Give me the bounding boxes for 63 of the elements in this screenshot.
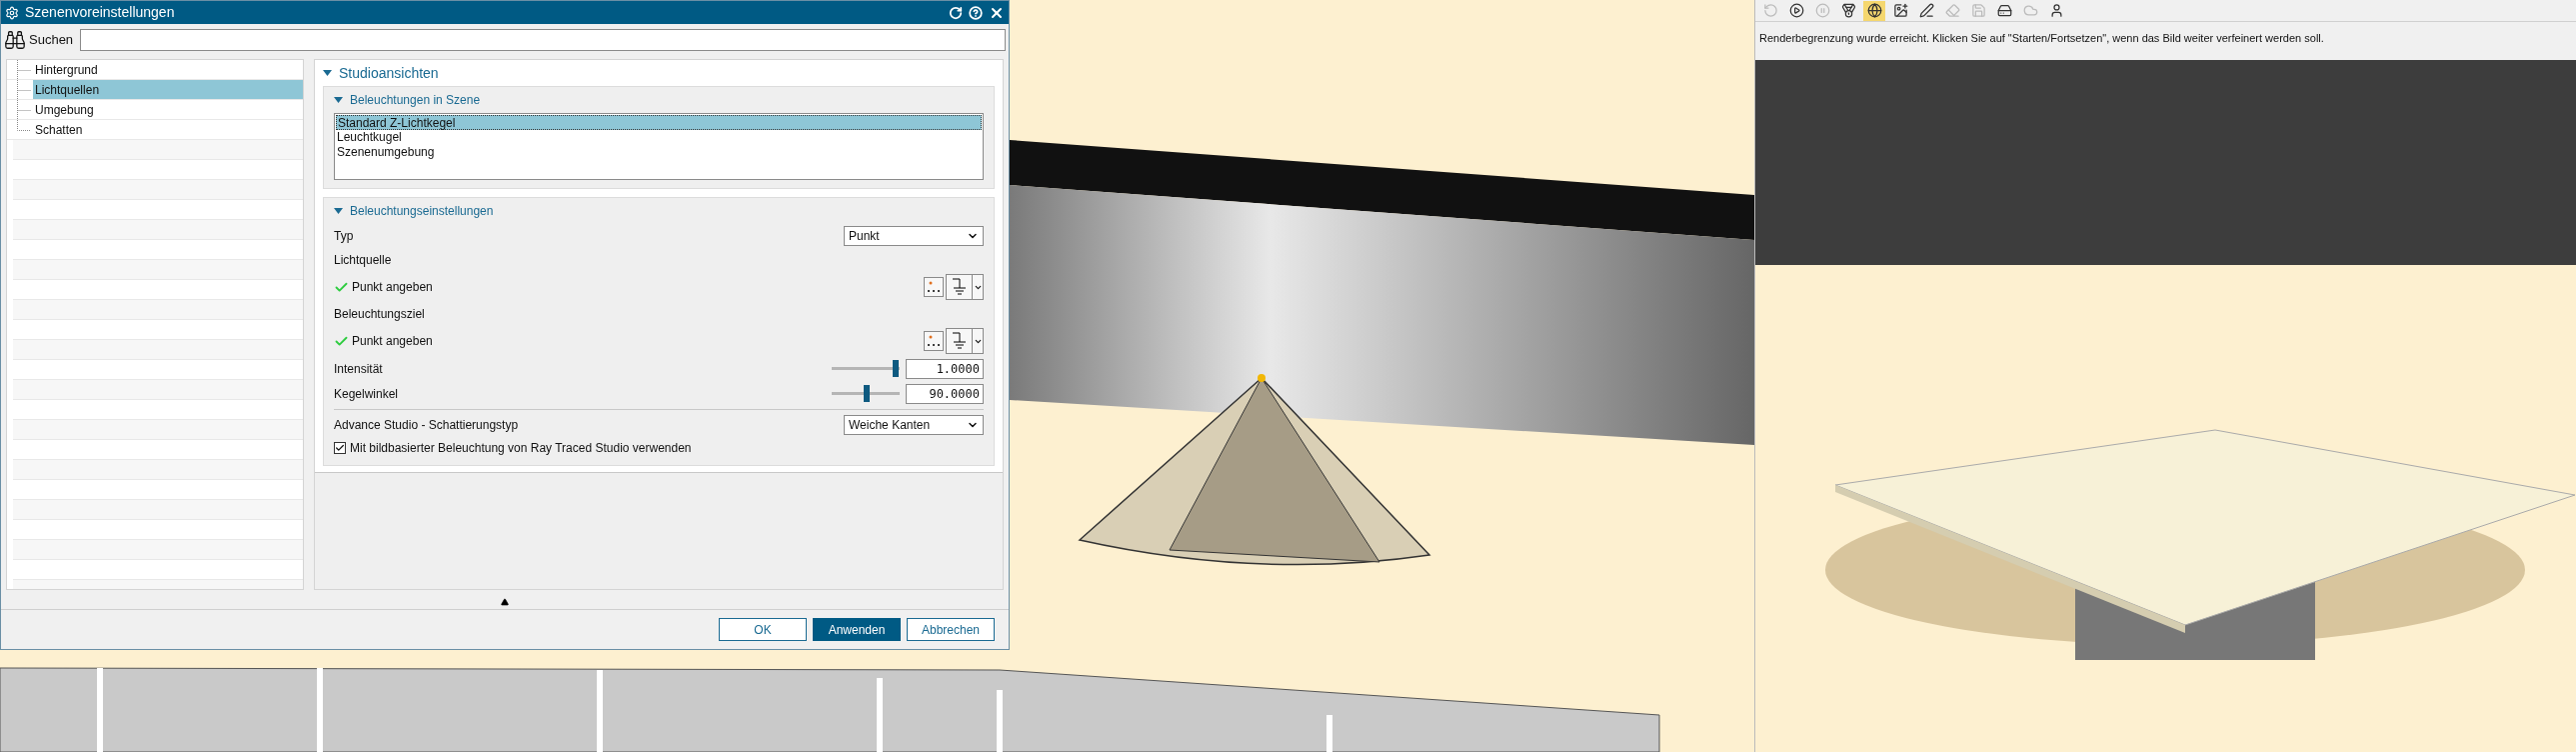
slider-thumb[interactable] (863, 385, 870, 402)
checkbox[interactable] (334, 442, 346, 454)
expand-caret-icon[interactable] (323, 69, 332, 77)
slider-track[interactable] (832, 360, 900, 377)
person-icon (2048, 3, 2064, 18)
setting-label: Beleuchtungsziel (334, 306, 425, 323)
setting-label: Lichtquelle (334, 252, 392, 269)
value-field[interactable]: 1.0000 (906, 358, 984, 379)
point-type-dropdown[interactable] (946, 328, 984, 354)
dropdown[interactable]: Weiche Kanten (844, 415, 984, 435)
ground-point-icon (951, 332, 968, 350)
expand-caret-icon[interactable] (334, 207, 343, 215)
render-status-message: Renderbegrenzung wurde erreicht. Klicken Sie auf "Starten/Fortsetzen", wenn das Bild weiter verfeinert werden soll. (1759, 31, 2324, 46)
sphere-icon (1866, 3, 1882, 18)
slider-thumb[interactable] (892, 360, 899, 377)
setting-label: Advance Studio - Schattierungstyp (334, 417, 519, 434)
search-field[interactable] (80, 29, 1006, 51)
tree-item[interactable]: Umgebung (33, 100, 303, 119)
pause-icon (1814, 3, 1830, 18)
dialog-button[interactable]: Abbrechen (907, 618, 995, 641)
setting-label: Kegelwinkel (334, 385, 399, 403)
setting-label: Punkt angeben (352, 279, 433, 296)
settings-icon (5, 5, 19, 20)
setting-label: Punkt angeben (352, 333, 433, 350)
save-icon (1970, 3, 1986, 18)
subsection-title: Beleuchtungen in Szene (350, 92, 481, 109)
point-dialog-button[interactable] (924, 331, 944, 351)
subsection-title: Beleuchtungseinstellungen (350, 203, 494, 220)
value-field[interactable]: 90.0000 (906, 383, 984, 404)
slider-track[interactable] (832, 385, 900, 402)
help-icon[interactable] (969, 5, 983, 20)
tree-item[interactable]: Lichtquellen (33, 80, 303, 99)
image-settings-icon (1892, 3, 1908, 18)
toolbar-button[interactable] (1863, 0, 1885, 21)
expand-caret-icon[interactable] (334, 96, 343, 104)
point-type-dropdown[interactable] (946, 274, 984, 300)
refresh-icon (1762, 3, 1778, 18)
point-dots-icon (927, 334, 941, 348)
point-dots-icon (927, 280, 941, 294)
reset-icon[interactable] (949, 5, 963, 20)
dropdown[interactable]: Punkt (844, 226, 984, 246)
list-item[interactable]: Standard Z-Lichtkegel (336, 115, 982, 130)
checkbox-label: Mit bildbasierter Beleuchtung von Ray Traced Studio verwenden (350, 440, 692, 457)
window-title: Szenenvoreinstellungen (25, 3, 175, 22)
list-item[interactable]: Szenenumgebung (336, 145, 982, 160)
search-label: Suchen (29, 31, 74, 50)
medal-icon (1840, 3, 1856, 18)
point-dialog-button[interactable] (924, 277, 944, 297)
pencil-icon (1918, 3, 1934, 18)
section-title: Studioansichten (339, 63, 439, 83)
tree-item[interactable]: Schatten (33, 120, 303, 139)
dialog-button[interactable]: Anwenden (813, 618, 901, 641)
dialog-button[interactable]: OK (719, 618, 807, 641)
tree-item[interactable]: Hintergrund (33, 60, 303, 79)
setting-label: Typ (334, 228, 354, 245)
eraser-icon (1944, 3, 1960, 18)
cloud-icon (2022, 3, 2038, 18)
play-icon (1788, 3, 1804, 18)
setting-label: Intensität (334, 360, 383, 378)
ground-point-icon (951, 278, 968, 296)
list-item[interactable]: Leuchtkugel (336, 130, 982, 145)
collapse-arrow-icon[interactable] (501, 598, 509, 606)
binoculars-icon (4, 29, 26, 51)
